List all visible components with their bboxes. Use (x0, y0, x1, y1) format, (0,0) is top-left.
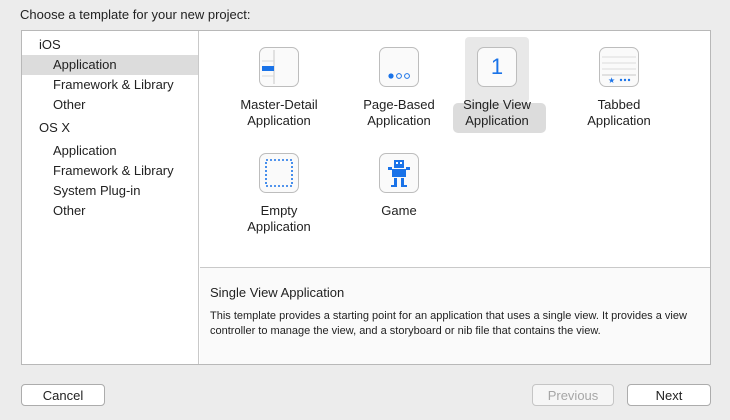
template-label-line1: Tabbed (597, 97, 641, 112)
template-label-line2: Application (587, 113, 651, 128)
template-empty[interactable]: Empty Application (224, 153, 334, 235)
template-label-line1: Master-Detail (240, 97, 318, 112)
svg-text:★: ★ (608, 76, 615, 85)
template-tabbed[interactable]: ★ Tabbed Application (564, 47, 674, 129)
previous-button[interactable]: Previous (532, 384, 614, 406)
template-grid: Master-Detail Application Page-Based App… (200, 31, 710, 267)
sidebar-group-osx: OS X (39, 120, 71, 135)
sidebar-item-ios-framework-library[interactable]: Framework & Library (22, 75, 198, 95)
template-label-line2: Application (465, 113, 529, 128)
template-label-line2: Application (247, 113, 311, 128)
description-text: This template provides a starting point … (210, 310, 687, 337)
page-based-icon (379, 47, 419, 87)
template-chooser-panel: iOS Application Framework & Library Othe… (21, 30, 711, 365)
template-label-line2: Application (367, 113, 431, 128)
tabbed-icon: ★ (599, 47, 639, 87)
template-label-line2: Application (247, 219, 311, 234)
single-view-icon: 1 (477, 47, 517, 87)
next-button[interactable]: Next (627, 384, 711, 406)
template-label-line1: Single View (463, 97, 531, 112)
sidebar-item-osx-framework-library[interactable]: Framework & Library (22, 161, 198, 181)
master-detail-icon (259, 47, 299, 87)
sidebar-item-ios-application[interactable]: Application (22, 55, 198, 75)
description-title: Single View Application (210, 285, 345, 300)
single-view-icon-digit: 1 (490, 54, 504, 79)
template-category-sidebar: iOS Application Framework & Library Othe… (22, 31, 199, 364)
template-single-view[interactable]: 1 Single View Application (442, 47, 552, 129)
game-icon (379, 153, 419, 193)
empty-icon (259, 153, 299, 193)
sidebar-item-osx-other[interactable]: Other (22, 201, 198, 221)
sidebar-item-ios-other[interactable]: Other (22, 95, 198, 115)
template-label-line1: Page-Based (363, 97, 435, 112)
template-label-line1: Empty (260, 203, 298, 218)
dialog-title: Choose a template for your new project: (20, 7, 251, 22)
cancel-button[interactable]: Cancel (21, 384, 105, 406)
template-game[interactable]: Game (344, 153, 454, 219)
template-page-based[interactable]: Page-Based Application (344, 47, 454, 129)
sidebar-item-osx-application[interactable]: Application (22, 141, 198, 161)
template-master-detail[interactable]: Master-Detail Application (224, 47, 334, 129)
template-description-panel: Single View Application This template pr… (200, 267, 710, 364)
sidebar-item-osx-system-plugin[interactable]: System Plug-in (22, 181, 198, 201)
sidebar-group-ios: iOS (39, 37, 61, 52)
template-label-line1: Game (381, 203, 417, 218)
